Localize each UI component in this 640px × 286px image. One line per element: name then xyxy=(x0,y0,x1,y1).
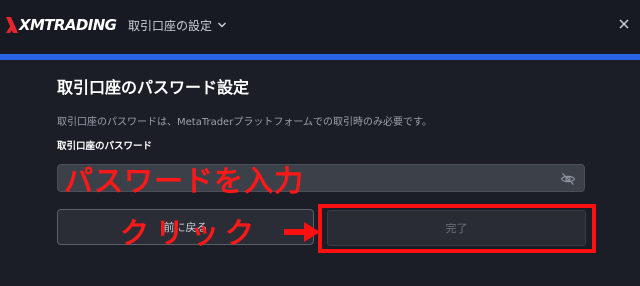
password-field-label: 取引口座のパスワード xyxy=(57,141,153,152)
page-title: 取引口座のパスワード設定 xyxy=(57,78,250,97)
back-button[interactable]: 前に戻る xyxy=(57,209,314,245)
password-field xyxy=(57,164,585,192)
accent-bar xyxy=(0,54,640,60)
account-settings-menu[interactable]: 取引口座の設定 xyxy=(128,15,227,35)
eye-slash-icon[interactable] xyxy=(560,171,576,187)
top-bar: XMTRADING 取引口座の設定 xyxy=(0,0,640,54)
password-input[interactable] xyxy=(58,165,584,191)
done-button[interactable]: 完了 xyxy=(327,210,586,246)
xmtrading-logo[interactable]: XMTRADING xyxy=(6,14,117,36)
page-description: 取引口座のパスワードは、MetaTraderプラットフォームでの取引時のみ必要で… xyxy=(57,117,433,128)
chevron-down-icon xyxy=(217,22,227,28)
logo-mark-icon xyxy=(6,17,18,33)
account-settings-label: 取引口座の設定 xyxy=(128,18,213,33)
close-icon[interactable] xyxy=(617,17,631,31)
logo-text: XMTRADING xyxy=(19,16,117,34)
